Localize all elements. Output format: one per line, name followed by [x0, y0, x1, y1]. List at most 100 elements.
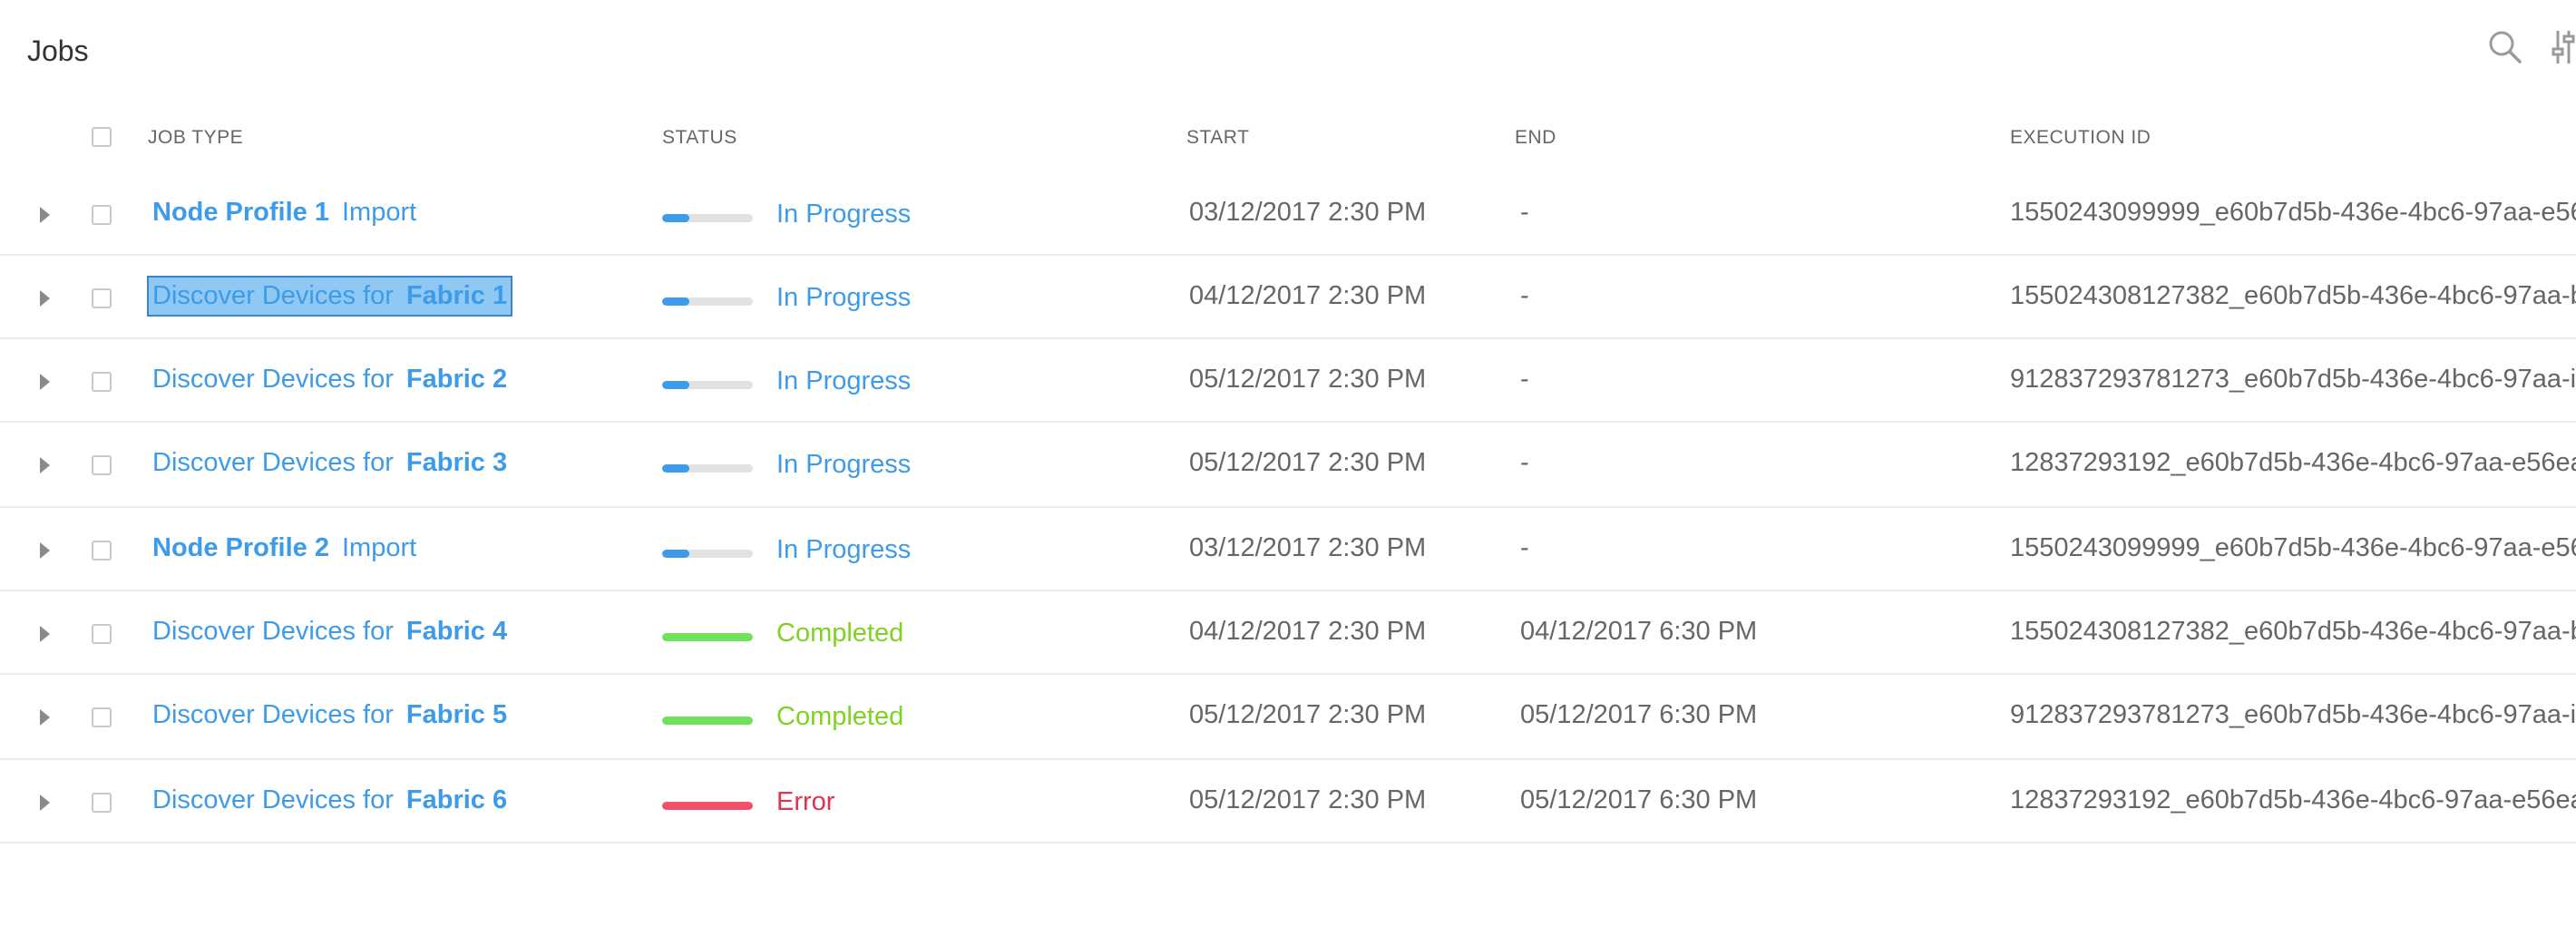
execution-id: 1550243099999_e60b7d5b-436e-4bc6-97aa-e5… [2010, 198, 2576, 227]
status-progress-bar [662, 464, 753, 473]
row-checkbox[interactable] [92, 707, 112, 727]
table-row[interactable]: Discover Devices for Fabric 3 In Progress 0… [0, 423, 2576, 508]
status-label: In Progress [776, 535, 912, 564]
status-progress-bar [662, 633, 753, 641]
job-type-suffix: Import [342, 533, 417, 562]
status-label: Completed [776, 702, 904, 731]
job-type-prefix: Node Profile 1 [152, 198, 329, 227]
execution-id: 12837293192_e60b7d5b-436e-4bc6-97aa-e56e… [2010, 448, 2576, 477]
column-header-end[interactable]: END [1515, 127, 1556, 149]
end-time: - [1520, 281, 1529, 310]
job-type-link[interactable]: Discover Devices for Fabric 6 [152, 785, 507, 815]
start-time: 05/12/2017 2:30 PM [1189, 448, 1427, 477]
job-type-suffix: Fabric 2 [405, 365, 508, 394]
start-time: 05/12/2017 2:30 PM [1189, 700, 1427, 729]
start-time: 03/12/2017 2:30 PM [1189, 198, 1427, 227]
status-progress-fill [662, 717, 753, 725]
execution-id: 155024308127382_e60b7d5b-436e-4bc6-97aa-… [2010, 617, 2576, 646]
expand-caret-icon[interactable] [40, 457, 50, 473]
end-time: 05/12/2017 6:30 PM [1520, 785, 1758, 814]
job-type-prefix: Node Profile 2 [152, 533, 329, 562]
job-type-suffix: Fabric 6 [405, 785, 508, 814]
expand-caret-icon[interactable] [40, 709, 50, 726]
job-type-link[interactable]: Discover Devices for Fabric 2 [152, 365, 507, 395]
expand-caret-icon[interactable] [40, 626, 50, 642]
job-type-link[interactable]: Discover Devices for Fabric 4 [152, 617, 507, 647]
job-type-link[interactable]: Node Profile 2 Import [152, 533, 416, 563]
status-progress-bar [662, 297, 753, 306]
row-checkbox[interactable] [92, 205, 112, 225]
status-label: In Progress [776, 283, 912, 312]
end-time: - [1520, 533, 1529, 562]
job-type-suffix: Fabric 3 [405, 448, 508, 477]
end-time: 04/12/2017 6:30 PM [1520, 617, 1758, 646]
expand-caret-icon[interactable] [40, 290, 50, 307]
select-all-checkbox[interactable] [92, 127, 112, 147]
jobs-table-body: Node Profile 1 Import In Progress 03/12/201… [0, 172, 2576, 843]
jobs-page: Jobs JOB TYPE STATUS START END EXECUTION… [0, 0, 2576, 936]
start-time: 04/12/2017 2:30 PM [1189, 281, 1427, 310]
status-progress-bar [662, 717, 753, 725]
status-progress-fill [662, 802, 753, 810]
column-header-execution-id[interactable]: EXECUTION ID [2010, 127, 2151, 149]
table-row[interactable]: Discover Devices for Fabric 1 In Progress 0… [0, 256, 2576, 339]
job-type-prefix: Discover Devices for [152, 785, 394, 814]
row-checkbox[interactable] [92, 793, 112, 813]
table-header: JOB TYPE STATUS START END EXECUTION ID [0, 127, 2576, 154]
status-progress-fill [662, 381, 689, 389]
execution-id: 912837293781273_e60b7d5b-436e-4bc6-97aa-… [2010, 365, 2576, 394]
table-row[interactable]: Discover Devices for Fabric 5 Completed 05/… [0, 675, 2576, 760]
status-progress-fill [662, 633, 753, 641]
job-type-link[interactable]: Discover Devices for Fabric 5 [152, 700, 507, 730]
row-checkbox[interactable] [92, 288, 112, 308]
status-progress-fill [662, 297, 689, 306]
job-type-prefix: Discover Devices for [152, 281, 394, 310]
table-row[interactable]: Discover Devices for Fabric 4 Completed 04/… [0, 591, 2576, 675]
job-type-prefix: Discover Devices for [152, 365, 394, 394]
row-checkbox[interactable] [92, 541, 112, 561]
status-progress-fill [662, 214, 689, 222]
execution-id: 912837293781273_e60b7d5b-436e-4bc6-97aa-… [2010, 700, 2576, 729]
start-time: 05/12/2017 2:30 PM [1189, 365, 1427, 394]
expand-caret-icon[interactable] [40, 795, 50, 811]
job-type-suffix: Fabric 4 [405, 617, 508, 646]
search-icon[interactable] [2485, 27, 2525, 67]
page-title: Jobs [27, 34, 89, 67]
status-progress-bar [662, 550, 753, 558]
job-type-link[interactable]: Discover Devices for Fabric 1 [146, 276, 513, 317]
column-header-job-type[interactable]: JOB TYPE [148, 127, 243, 149]
execution-id: 155024308127382_e60b7d5b-436e-4bc6-97aa-… [2010, 281, 2576, 310]
end-time: - [1520, 448, 1529, 477]
table-row[interactable]: Node Profile 1 Import In Progress 03/12/201… [0, 172, 2576, 256]
end-time: - [1520, 365, 1529, 394]
expand-caret-icon[interactable] [40, 542, 50, 559]
row-checkbox[interactable] [92, 624, 112, 644]
row-checkbox[interactable] [92, 372, 112, 392]
status-progress-bar [662, 381, 753, 389]
job-type-suffix: Import [342, 198, 417, 227]
start-time: 05/12/2017 2:30 PM [1189, 785, 1427, 814]
job-type-link[interactable]: Node Profile 1 Import [152, 198, 416, 228]
status-progress-fill [662, 550, 689, 558]
toolbar [2485, 27, 2576, 67]
job-type-link[interactable]: Discover Devices for Fabric 3 [152, 448, 507, 478]
status-label: In Progress [776, 450, 912, 479]
job-type-prefix: Discover Devices for [152, 617, 394, 646]
filter-sliders-icon[interactable] [2549, 27, 2576, 67]
status-label: Error [776, 787, 835, 816]
row-checkbox[interactable] [92, 455, 112, 475]
job-type-prefix: Discover Devices for [152, 448, 394, 477]
job-type-suffix: Fabric 5 [405, 700, 508, 729]
table-row[interactable]: Node Profile 2 Import In Progress 03/12/201… [0, 508, 2576, 591]
status-progress-bar [662, 214, 753, 222]
table-row[interactable]: Discover Devices for Fabric 6 Error 05/12/2… [0, 760, 2576, 843]
expand-caret-icon[interactable] [40, 374, 50, 390]
job-type-suffix: Fabric 1 [405, 281, 508, 310]
table-row[interactable]: Discover Devices for Fabric 2 In Progress 0… [0, 339, 2576, 423]
start-time: 04/12/2017 2:30 PM [1189, 617, 1427, 646]
column-header-status[interactable]: STATUS [662, 127, 737, 149]
column-header-start[interactable]: START [1186, 127, 1249, 149]
execution-id: 1550243099999_e60b7d5b-436e-4bc6-97aa-e5… [2010, 533, 2576, 562]
expand-caret-icon[interactable] [40, 207, 50, 223]
status-label: In Progress [776, 200, 912, 229]
